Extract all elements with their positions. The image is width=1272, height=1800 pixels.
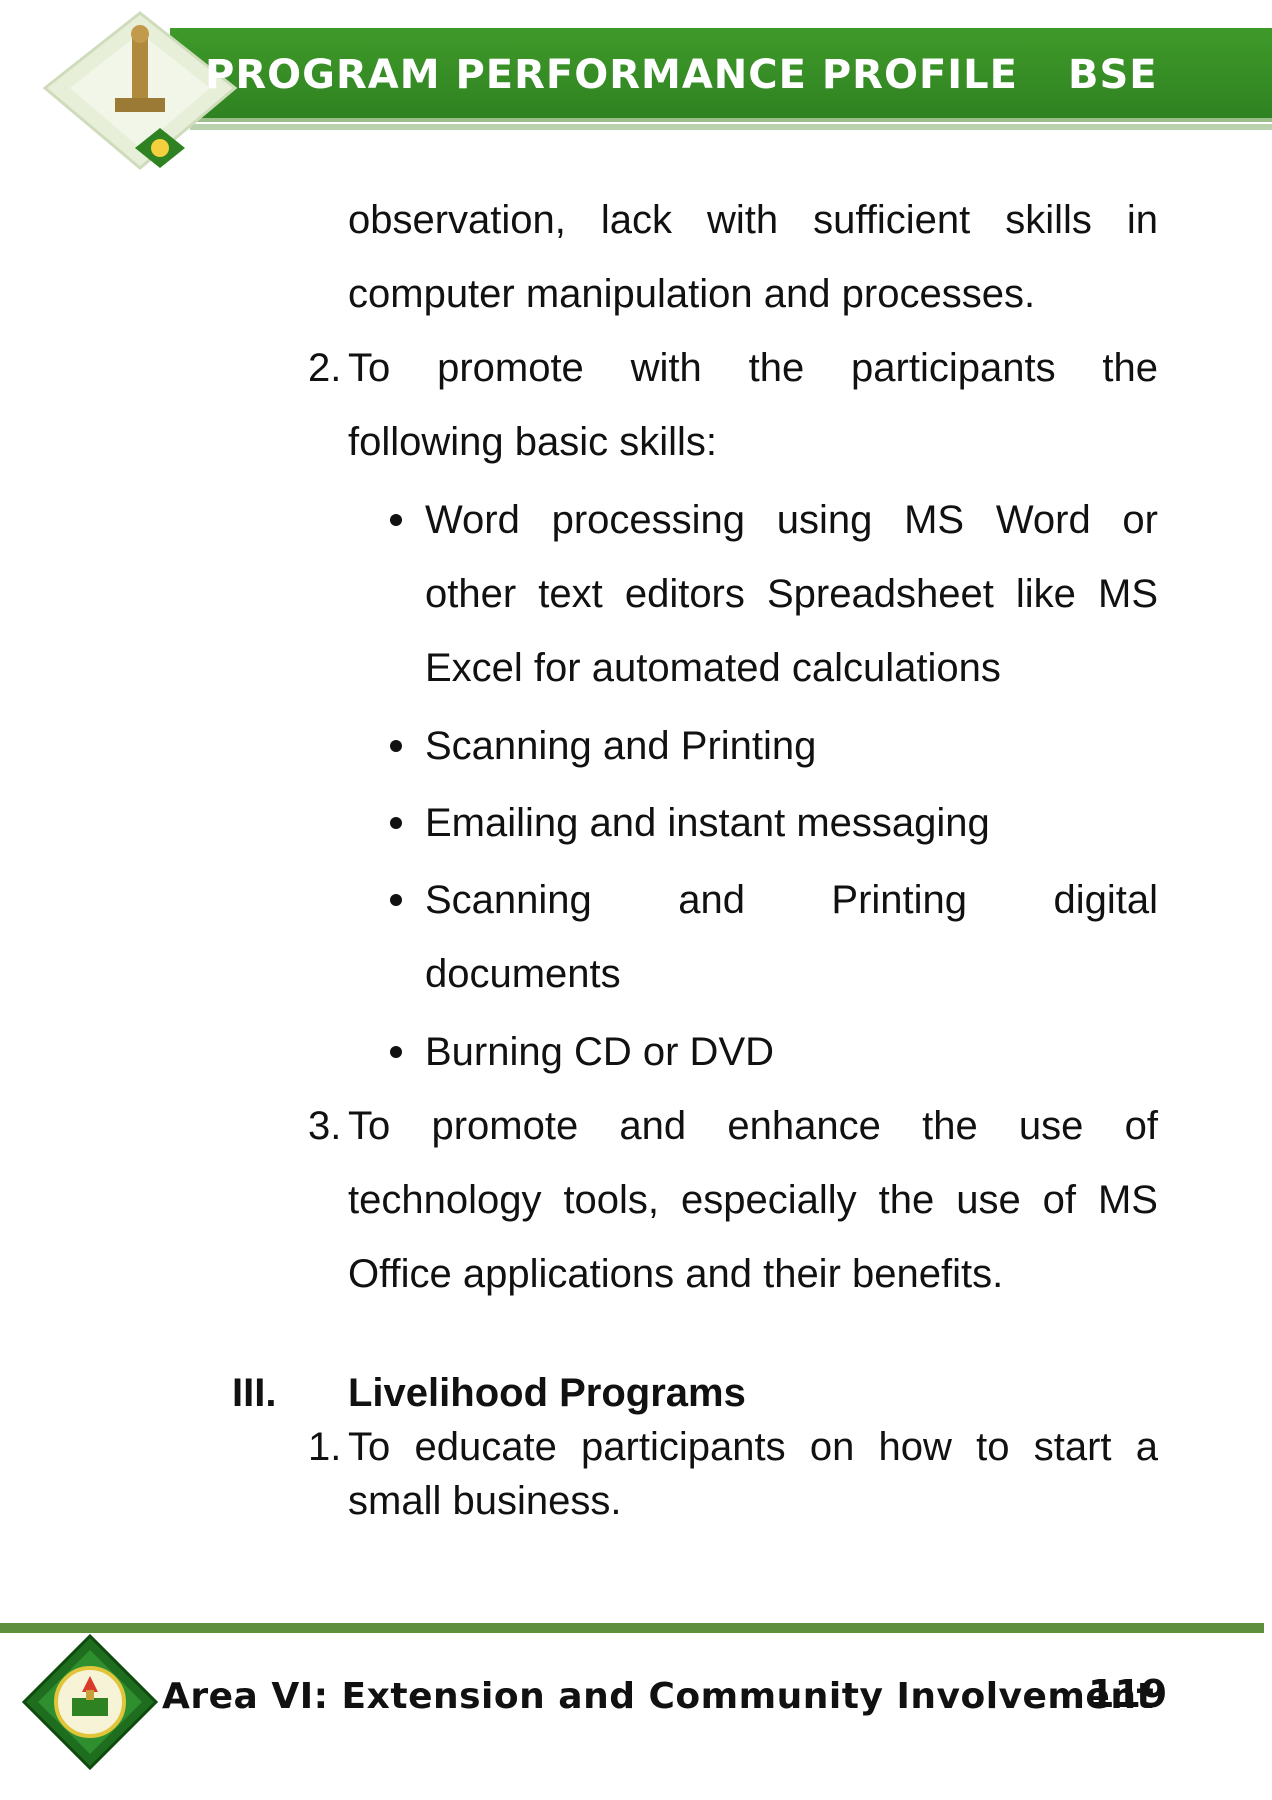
item3-line1: To promote and enhance the use of: [348, 1104, 1158, 1148]
bullet-icon: [390, 1046, 402, 1058]
bullet-icon: [390, 817, 402, 829]
skill4-line1: Scanning and Printing digital: [425, 878, 1158, 922]
page-number: 119: [1088, 1672, 1168, 1716]
item2-line1: To promote with the participants the: [348, 346, 1158, 390]
bullet-icon: [390, 894, 402, 906]
bullet-icon: [390, 740, 402, 752]
skill1-line3: Excel for automated calculations: [425, 646, 1001, 690]
footer-rule: [0, 1623, 1264, 1633]
section-numeral: III.: [232, 1371, 277, 1415]
footer-area-title: Area VI: Extension and Community Involve…: [162, 1676, 1155, 1717]
skill1-line2: other text editors Spreadsheet like MS: [425, 572, 1158, 616]
bullet-icon: [390, 514, 402, 526]
item1-line2: computer manipulation and processes.: [348, 272, 1036, 316]
section3-item1-line2: small business.: [348, 1479, 622, 1523]
skill1-line1: Word processing using MS Word or: [425, 498, 1158, 542]
item3-line2: technology tools, especially the use of …: [348, 1178, 1158, 1222]
university-seal-icon: [21, 1633, 159, 1771]
item1-line1: observation, lack with sufficient skills…: [348, 198, 1158, 242]
section3-item1-number: 1.: [308, 1425, 342, 1469]
header-shadow: [190, 124, 1272, 130]
program-code: BSE: [1068, 52, 1158, 98]
skill5-line1: Burning CD or DVD: [425, 1030, 775, 1074]
item2-line2: following basic skills:: [348, 420, 718, 464]
section3-item1-line1: To educate participants on how to start …: [348, 1425, 1158, 1469]
skill3-line1: Emailing and instant messaging: [425, 801, 990, 845]
skill4-line2: documents: [425, 952, 621, 996]
item2-number: 2.: [308, 346, 342, 390]
skill2-line1: Scanning and Printing: [425, 724, 817, 768]
section-heading: Livelihood Programs: [348, 1371, 746, 1415]
item3-number: 3.: [308, 1104, 342, 1148]
header-title: PROGRAM PERFORMANCE PROFILE: [205, 52, 1018, 98]
item3-line3: Office applications and their benefits.: [348, 1252, 1004, 1296]
